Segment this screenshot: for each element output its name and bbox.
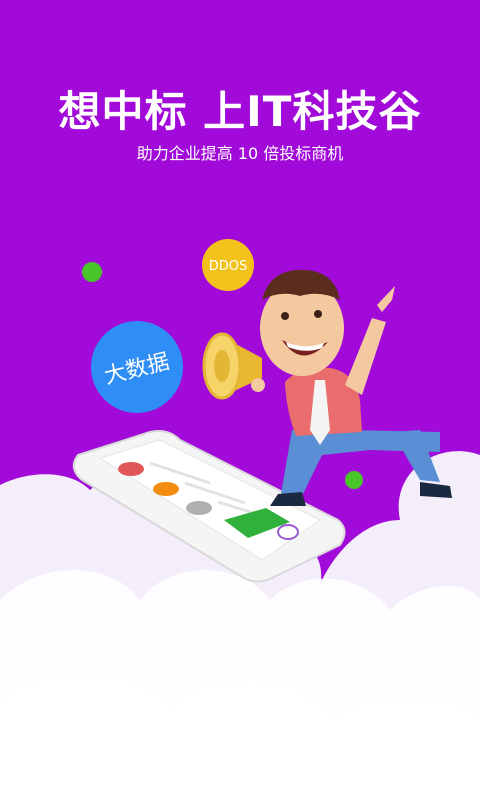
illustration: DDOS 大数据 xyxy=(0,239,480,800)
ddos-bubble: DDOS xyxy=(202,239,254,291)
red-list-icon xyxy=(118,462,144,476)
big-data-bubble: 大数据 xyxy=(91,321,183,413)
orange-list-icon xyxy=(153,482,179,496)
green-dot-icon xyxy=(82,262,102,282)
green-dot-icon xyxy=(345,471,363,489)
gray-list-icon xyxy=(186,501,212,515)
ddos-label: DDOS xyxy=(209,259,248,274)
